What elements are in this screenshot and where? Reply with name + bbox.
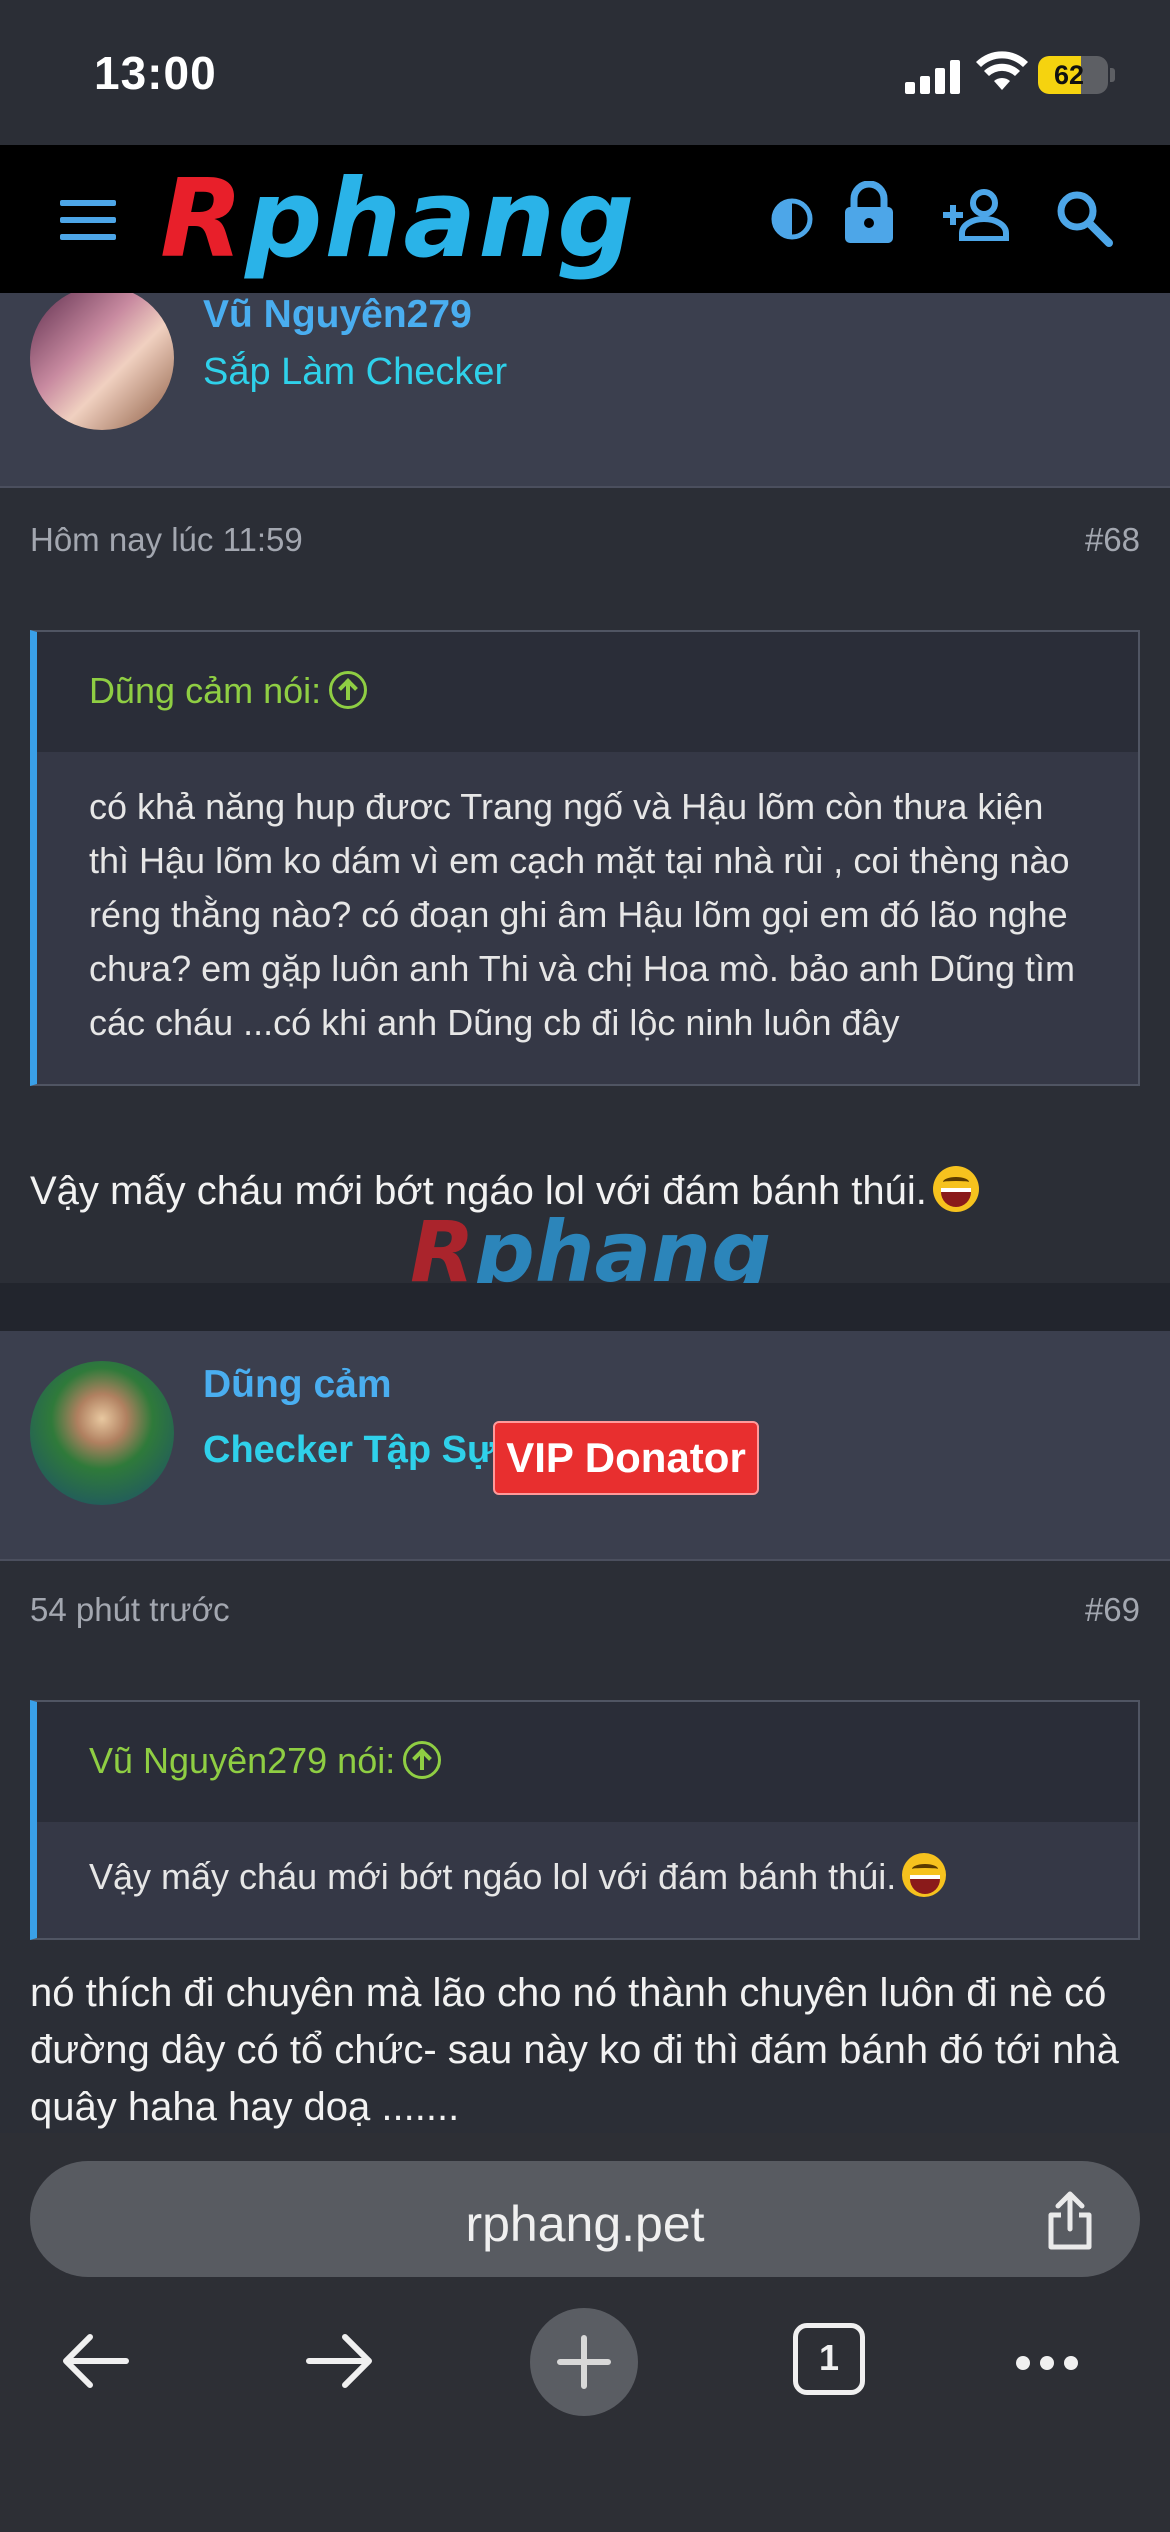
quote-author[interactable]: Vũ Nguyên279 nói: bbox=[89, 1740, 442, 1782]
post-user-bar: Dũng cảm Checker Tập Sự VIP Donator bbox=[0, 1331, 1170, 1561]
back-arrow-icon[interactable] bbox=[60, 2331, 130, 2391]
menu-icon[interactable] bbox=[60, 200, 116, 240]
search-icon[interactable] bbox=[1055, 189, 1113, 247]
post-time[interactable]: Hôm nay lúc 11:59 bbox=[30, 521, 303, 559]
forward-arrow-icon[interactable] bbox=[305, 2331, 375, 2391]
battery-tip bbox=[1110, 68, 1115, 82]
quote-author[interactable]: Dũng cảm nói: bbox=[89, 670, 368, 712]
laughing-emoji-icon bbox=[902, 1853, 947, 1897]
post-number[interactable]: #68 bbox=[1085, 521, 1140, 559]
quote-author-label[interactable]: Vũ Nguyên279 nói: bbox=[89, 1740, 395, 1781]
share-icon[interactable] bbox=[1044, 2191, 1096, 2251]
status-bar: 13:00 62 bbox=[0, 0, 1170, 145]
address-bar[interactable]: rphang.pet bbox=[30, 2161, 1140, 2277]
post-time[interactable]: 54 phút trước bbox=[30, 1591, 230, 1629]
quote-header: Vũ Nguyên279 nói: bbox=[37, 1702, 1138, 1822]
browser-toolbar: rphang.pet 1 bbox=[0, 2133, 1170, 2532]
post-body: nó thích đi chuyên mà lão cho nó thành c… bbox=[30, 1971, 1119, 2129]
quote-text-content: Vậy mấy cháu mới bớt ngáo lol với đám bá… bbox=[89, 1856, 897, 1897]
arrow-up-circle-icon[interactable] bbox=[403, 1741, 442, 1779]
plus-icon bbox=[557, 2335, 611, 2389]
post-user-bar: Vũ Nguyên279 Sắp Làm Checker bbox=[0, 293, 1170, 488]
battery-icon: 62 bbox=[1038, 56, 1108, 94]
user-title: Checker Tập Sự bbox=[203, 1429, 495, 1471]
thread-content: Vũ Nguyên279 Sắp Làm Checker Hôm nay lúc… bbox=[0, 293, 1170, 2133]
username[interactable]: Vũ Nguyên279 bbox=[203, 293, 472, 337]
username[interactable]: Dũng cảm bbox=[203, 1363, 392, 1407]
theme-toggle-icon[interactable] bbox=[770, 197, 814, 241]
battery-percent: 62 bbox=[1053, 60, 1085, 90]
wifi-icon bbox=[976, 51, 1028, 90]
quote-text: có khả năng hup đươc Trang ngố và Hậu lõ… bbox=[89, 786, 1076, 1043]
vip-badge: VIP Donator bbox=[493, 1421, 759, 1495]
arrow-up-circle-icon[interactable] bbox=[329, 671, 368, 709]
more-options-icon[interactable] bbox=[1016, 2356, 1088, 2375]
quote-text: Vậy mấy cháu mới bớt ngáo lol với đám bá… bbox=[37, 1822, 1138, 1938]
quote-author-label[interactable]: Dũng cảm nói: bbox=[89, 670, 321, 711]
lock-icon[interactable] bbox=[842, 181, 896, 245]
quote-block: Dũng cảm nói: có khả năng hup đươc Trang… bbox=[30, 630, 1140, 1086]
laughing-emoji-icon bbox=[932, 1166, 979, 1212]
user-title: Sắp Làm Checker bbox=[203, 351, 508, 393]
status-time: 13:00 bbox=[94, 47, 217, 99]
site-header: Rphang bbox=[0, 145, 1170, 293]
avatar[interactable] bbox=[30, 293, 174, 430]
tabs-button[interactable]: 1 bbox=[793, 2323, 865, 2395]
add-user-icon[interactable] bbox=[940, 189, 1012, 241]
post-divider bbox=[0, 1283, 1170, 1331]
avatar[interactable] bbox=[30, 1361, 174, 1505]
site-logo[interactable]: Rphang bbox=[160, 165, 636, 275]
quote-header: Dũng cảm nói: bbox=[37, 632, 1138, 752]
post-number[interactable]: #69 bbox=[1085, 1591, 1140, 1629]
cellular-signal-icon bbox=[905, 58, 961, 94]
url-text[interactable]: rphang.pet bbox=[30, 2195, 1140, 2253]
quote-block: Vũ Nguyên279 nói: Vậy mấy cháu mới bớt n… bbox=[30, 1700, 1140, 1940]
new-tab-button[interactable] bbox=[530, 2308, 638, 2416]
